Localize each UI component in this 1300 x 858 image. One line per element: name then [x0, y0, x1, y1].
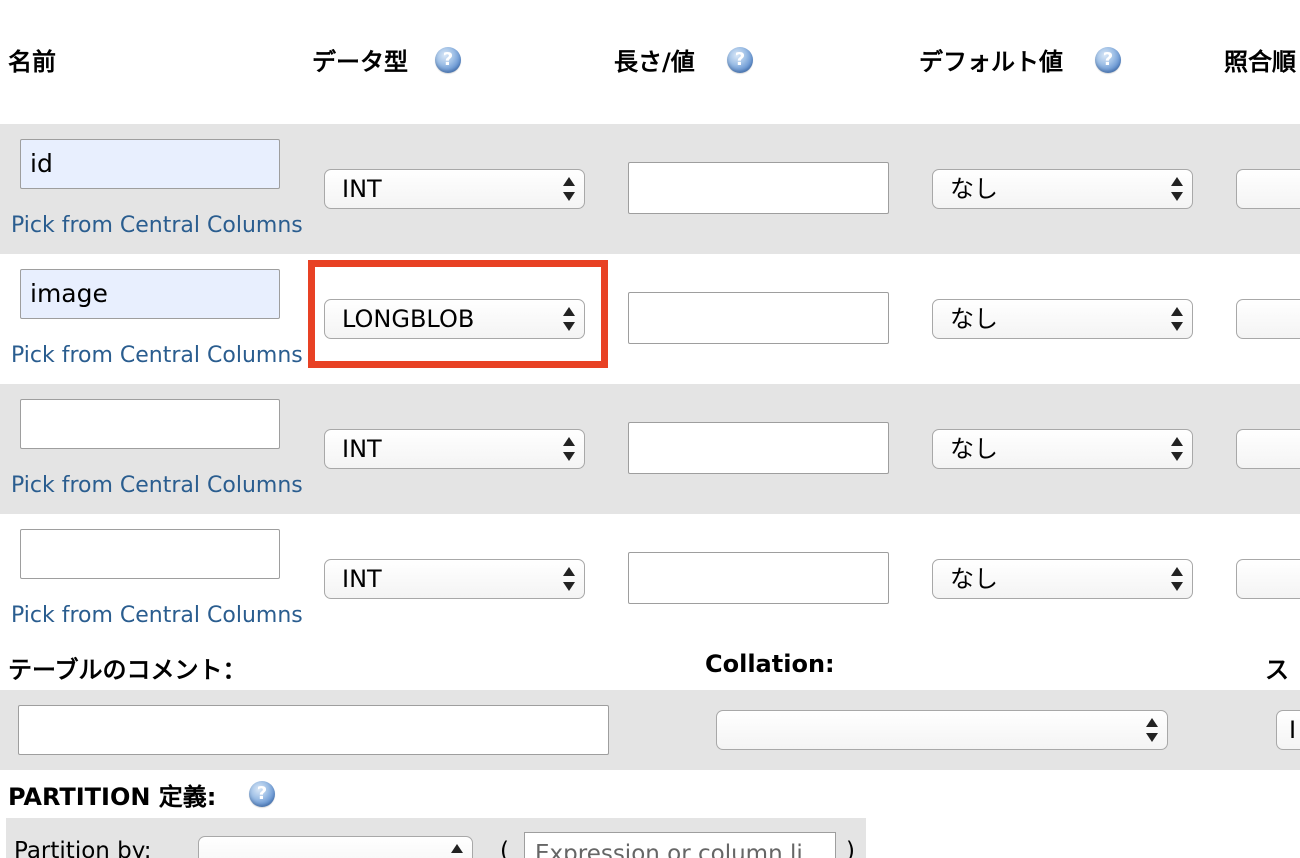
default-select[interactable]: なし	[932, 299, 1193, 339]
collation-select[interactable]	[716, 710, 1168, 750]
default-value: なし	[950, 565, 998, 593]
help-icon-default[interactable]: ?	[1095, 47, 1121, 73]
header-default-value: デフォルト値	[919, 48, 1063, 76]
data-type-value: INT	[342, 435, 382, 463]
default-value: なし	[950, 435, 998, 463]
collation-label: Collation:	[705, 650, 835, 678]
default-select[interactable]: なし	[932, 429, 1193, 469]
close-paren: )	[846, 838, 855, 858]
data-type-value: INT	[342, 565, 382, 593]
length-value-input[interactable]	[628, 422, 889, 474]
storage-engine-select[interactable]: I	[1276, 710, 1300, 750]
select-arrows-icon	[562, 567, 576, 591]
help-icon-partition[interactable]: ?	[249, 781, 275, 807]
column-name-input[interactable]	[20, 399, 280, 449]
length-value-input[interactable]	[628, 162, 889, 214]
table-options-row: I	[0, 690, 1300, 770]
default-value: なし	[950, 175, 998, 203]
highlight-box	[308, 260, 608, 368]
collation-select[interactable]	[1236, 429, 1300, 469]
header-data-type: データ型	[312, 48, 408, 76]
column-name-input[interactable]: image	[20, 269, 280, 319]
partition-expression-input[interactable]: Expression or column li	[524, 832, 836, 858]
column-name-input[interactable]	[20, 529, 280, 579]
header-length-value: 長さ/値	[614, 48, 695, 76]
table-comment-input[interactable]	[18, 705, 609, 755]
column-row-4: Pick from Central Columns INT なし	[0, 514, 1300, 644]
default-select[interactable]: なし	[932, 169, 1193, 209]
partition-label: PARTITION 定義:	[8, 783, 217, 811]
storage-engine-value: I	[1289, 716, 1297, 744]
pick-central-columns-link[interactable]: Pick from Central Columns	[11, 343, 303, 368]
select-arrows-icon	[1170, 437, 1184, 461]
header-collation: 照合順	[1224, 48, 1296, 76]
data-type-select[interactable]: INT	[324, 429, 585, 469]
select-arrows-icon	[562, 437, 576, 461]
length-value-input[interactable]	[628, 292, 889, 344]
open-paren: (	[500, 838, 509, 858]
collation-select[interactable]	[1236, 169, 1300, 209]
help-icon-data-type[interactable]: ?	[435, 47, 461, 73]
column-row-1: id Pick from Central Columns INT なし	[0, 124, 1300, 254]
length-value-input[interactable]	[628, 552, 889, 604]
table-comment-label: テーブルのコメント：	[8, 656, 247, 684]
partition-by-label: Partition by:	[14, 838, 152, 858]
data-type-value: INT	[342, 175, 382, 203]
collation-select[interactable]	[1236, 299, 1300, 339]
partition-row: Partition by: ( Expression or column li …	[6, 818, 866, 858]
column-name-input[interactable]: id	[20, 139, 280, 189]
pick-central-columns-link[interactable]: Pick from Central Columns	[11, 603, 303, 628]
default-select[interactable]: なし	[932, 559, 1193, 599]
column-row-3: Pick from Central Columns INT なし	[0, 384, 1300, 514]
collation-select[interactable]	[1236, 559, 1300, 599]
select-arrows-icon	[1145, 718, 1159, 742]
partition-by-select[interactable]	[198, 836, 473, 858]
select-arrows-icon	[1170, 177, 1184, 201]
select-arrows-icon	[1170, 307, 1184, 331]
select-arrows-icon	[450, 844, 464, 858]
column-row-2: image Pick from Central Columns LONGBLOB…	[0, 254, 1300, 384]
data-type-select[interactable]: INT	[324, 559, 585, 599]
storage-engine-label: ス	[1265, 656, 1289, 684]
pick-central-columns-link[interactable]: Pick from Central Columns	[11, 473, 303, 498]
select-arrows-icon	[1170, 567, 1184, 591]
help-icon-length[interactable]: ?	[727, 47, 753, 73]
select-arrows-icon	[562, 177, 576, 201]
pick-central-columns-link[interactable]: Pick from Central Columns	[11, 213, 303, 238]
data-type-select[interactable]: INT	[324, 169, 585, 209]
default-value: なし	[950, 305, 998, 333]
header-name: 名前	[8, 48, 56, 76]
